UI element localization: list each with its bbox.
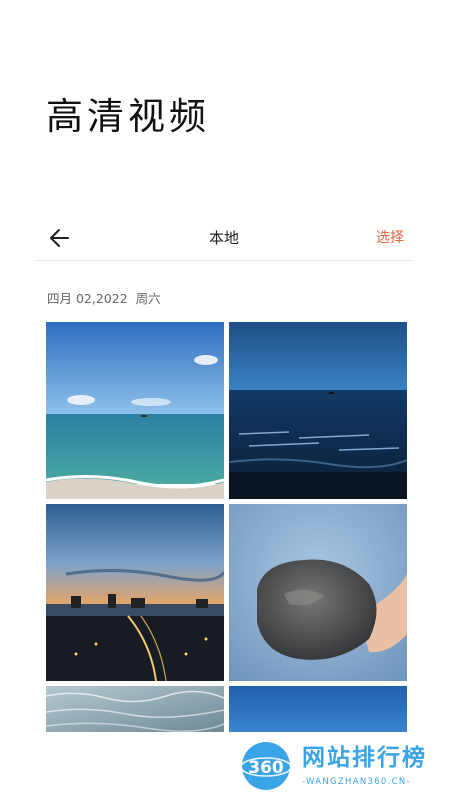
- date-group-label: 四月 02,2022 周六: [47, 291, 161, 306]
- screen: 高清视频 本地 选择 四月 02,2022 周六 360 网站排行榜 -WANG…: [0, 0, 450, 800]
- photo-thumbnail-sea-daytime[interactable]: [46, 322, 224, 499]
- photo-thumbnail-blue-sky[interactable]: [229, 686, 407, 732]
- page-title: 高清视频: [46, 95, 210, 138]
- photo-thumbnail-dark-sea[interactable]: [229, 322, 407, 499]
- photo-grid: [46, 322, 407, 732]
- select-button[interactable]: 选择: [376, 228, 404, 248]
- photo-thumbnail-stone-in-hand[interactable]: [229, 504, 407, 681]
- photo-thumbnail-city-dusk[interactable]: [46, 504, 224, 681]
- photo-thumbnail-sparkling-water[interactable]: [46, 686, 224, 732]
- watermark: 360 网站排行榜 -WANGZHAN360.CN-: [236, 738, 446, 796]
- watermark-logo-text: 360: [248, 758, 284, 778]
- watermark-logo-icon: 360: [240, 740, 292, 792]
- watermark-title: 网站排行榜: [302, 745, 427, 771]
- header-bar: 本地 选择: [36, 216, 412, 261]
- watermark-subtitle: -WANGZHAN360.CN-: [302, 777, 411, 787]
- header-title: 本地: [208, 229, 239, 247]
